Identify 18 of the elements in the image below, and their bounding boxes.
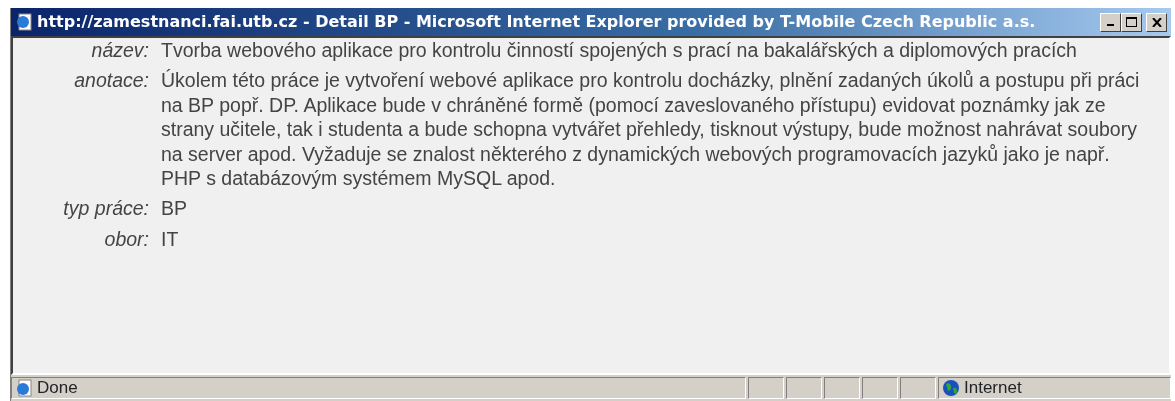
status-text: Done	[37, 377, 78, 400]
globe-icon	[942, 379, 960, 397]
field-value: Úkolem této práce je vytvoření webové aplikace pro kontrolu docházky, plnění zadaných úkolů a postupu při práci na BP popř. DP. Aplikace bude v chráněné formě (pomocí zaveslovaného přístupu) evidovat poznámky jak ze strany učitele, tak i studenta a bude schopna vytvářet přehledy, tisknout výstupy, bude možnost nahrávat soubory na server apod. Vyžaduje se znalost některého z dynamických webových programovacích jazyků jako je např. PHP s databázovým systémem MySQL apod.	[161, 68, 1141, 191]
maximize-icon	[1126, 17, 1137, 27]
minimize-button[interactable]	[1100, 12, 1121, 32]
browser-icon	[15, 13, 33, 31]
field-label: typ práce:	[62, 196, 150, 221]
field-label: název:	[90, 38, 150, 63]
maximize-button[interactable]	[1121, 12, 1142, 32]
field-value: Tvorba webového aplikace pro kontrolu činností spojených s prací na bakalářských a diplomových pracích	[161, 38, 1078, 63]
window-title: http://zamestnanci.fai.utb.cz - Detail BP - Microsoft Internet Explorer provided by T-Mobile Czech Republic a.s.	[37, 11, 1037, 33]
security-zone-text: Internet	[964, 377, 1022, 400]
close-icon	[1151, 17, 1162, 27]
close-button[interactable]	[1146, 12, 1167, 32]
field-label: obor:	[103, 226, 150, 252]
field-label: anotace:	[73, 68, 150, 94]
field-value: IT	[161, 226, 180, 252]
field-value: BP	[161, 196, 188, 221]
